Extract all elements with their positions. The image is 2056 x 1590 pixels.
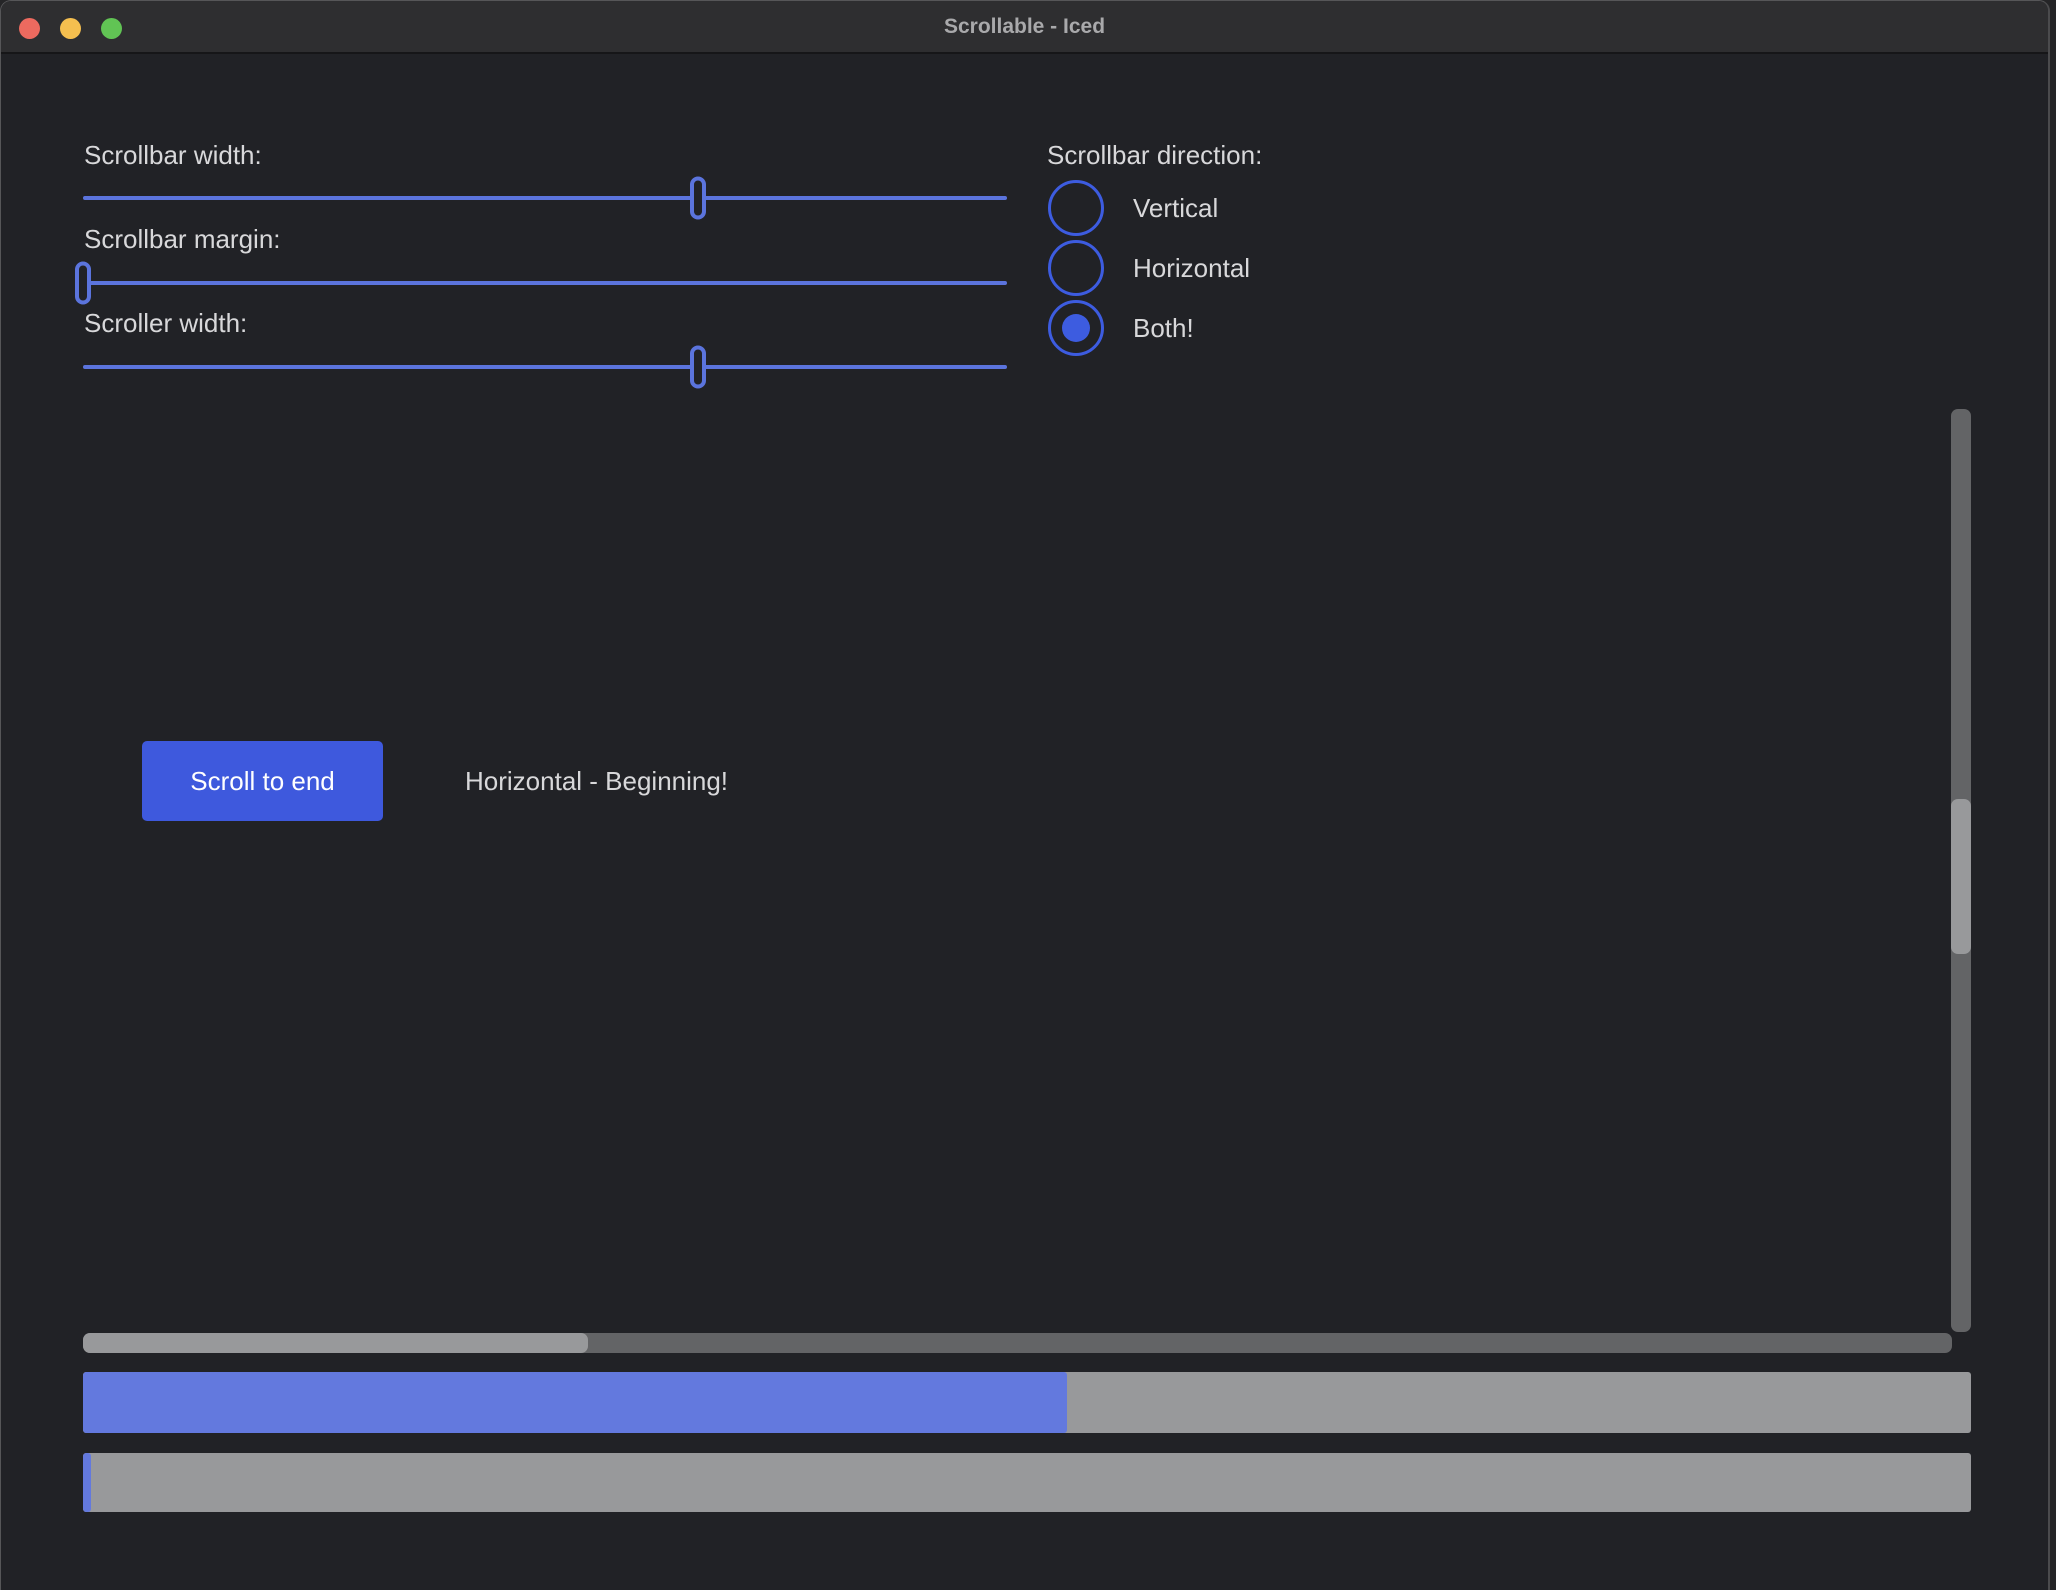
radio-vertical[interactable]: Vertical	[1048, 180, 1218, 236]
radio-both-circle[interactable]	[1048, 300, 1104, 356]
scrollbar-margin-label: Scrollbar margin:	[84, 224, 281, 255]
vertical-scroll-progress-fill	[83, 1372, 1067, 1433]
scrollbar-width-slider-handle[interactable]	[690, 177, 706, 220]
radio-horizontal-label: Horizontal	[1133, 253, 1250, 284]
radio-horizontal-circle[interactable]	[1048, 240, 1104, 296]
vertical-scrollbar-thumb[interactable]	[1951, 799, 1971, 954]
radio-vertical-label: Vertical	[1133, 193, 1218, 224]
scrollbar-direction-label: Scrollbar direction:	[1047, 140, 1262, 171]
radio-vertical-circle[interactable]	[1048, 180, 1104, 236]
app-window: Scrollable - Iced Scrollbar width: Scrol…	[0, 0, 2050, 1590]
radio-selected-dot-icon	[1062, 314, 1090, 342]
scroll-to-end-button[interactable]: Scroll to end	[142, 741, 383, 821]
radio-both[interactable]: Both!	[1048, 300, 1194, 356]
scroll-status-text: Horizontal - Beginning!	[465, 741, 728, 821]
horizontal-scrollbar-thumb[interactable]	[83, 1333, 588, 1353]
scrollbar-width-slider[interactable]	[83, 196, 1007, 200]
vertical-scrollbar-rail[interactable]	[1951, 409, 1971, 1332]
horizontal-scroll-progress-fill	[83, 1453, 91, 1512]
window-title: Scrollable - Iced	[1, 1, 2048, 52]
scroller-width-label: Scroller width:	[84, 308, 247, 339]
scrollbar-width-label: Scrollbar width:	[84, 140, 262, 171]
scrollbar-margin-slider-handle[interactable]	[75, 262, 91, 305]
vertical-scroll-progress-bar	[83, 1372, 1971, 1433]
horizontal-scroll-progress-bar	[83, 1453, 1971, 1512]
scrollbar-margin-slider[interactable]	[83, 281, 1007, 285]
scroller-width-slider-handle[interactable]	[690, 346, 706, 389]
radio-horizontal[interactable]: Horizontal	[1048, 240, 1250, 296]
scroller-width-slider[interactable]	[83, 365, 1007, 369]
horizontal-scrollbar-rail[interactable]	[83, 1333, 1952, 1353]
radio-both-label: Both!	[1133, 313, 1194, 344]
title-bar[interactable]: Scrollable - Iced	[1, 1, 2048, 54]
